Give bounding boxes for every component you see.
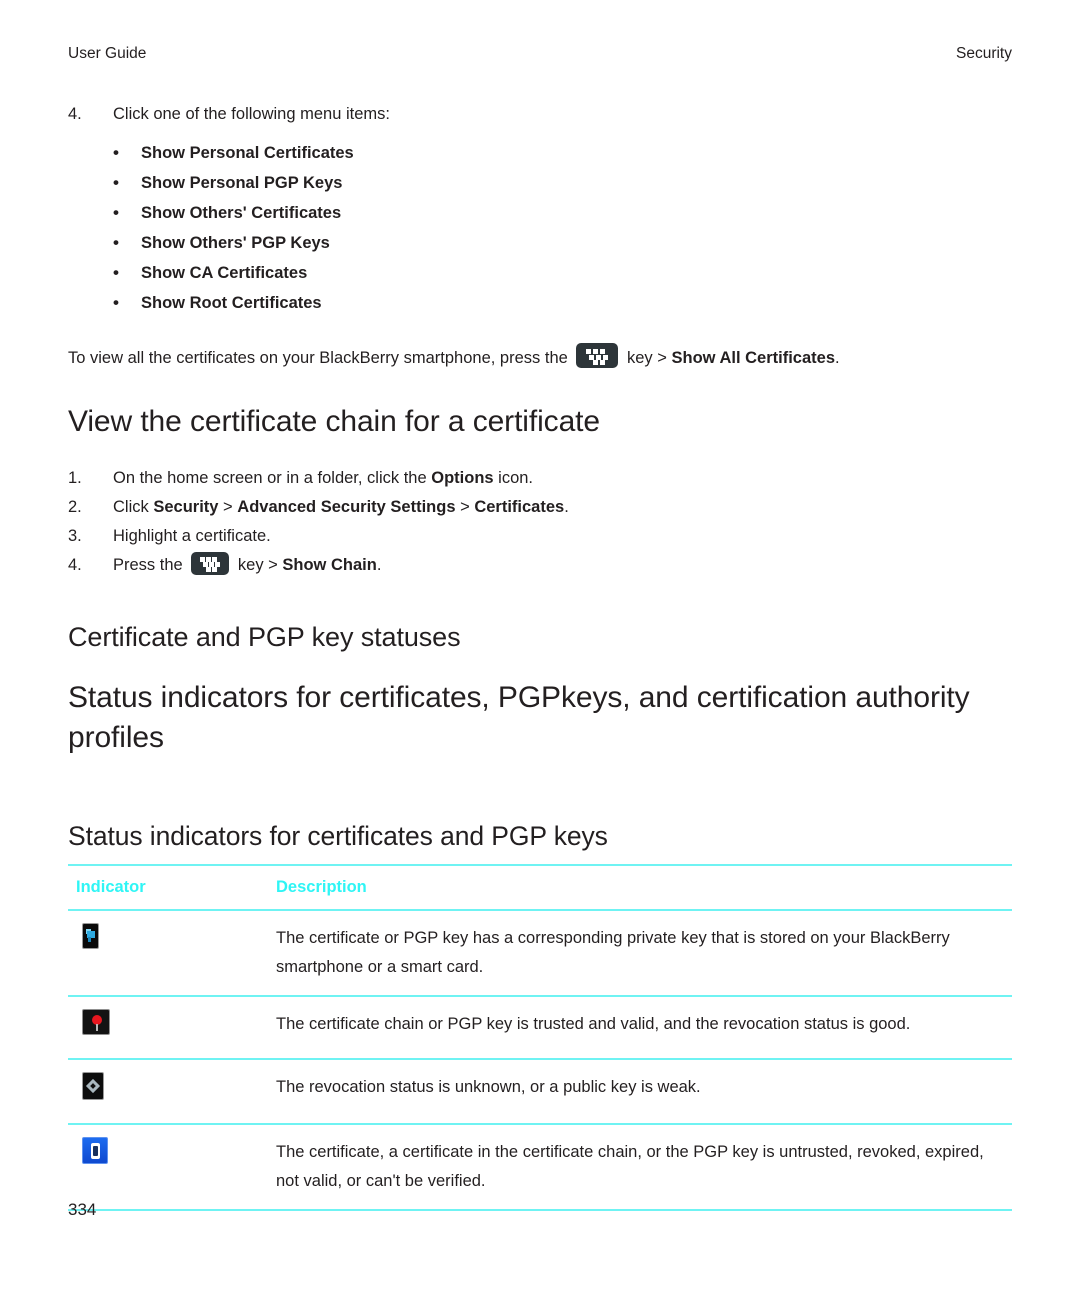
step-text-before: Press the [113,556,183,574]
step-number: 3. [68,527,82,545]
bullet-icon: • [113,143,119,162]
menu-item-label: Show Others' Certificates [141,204,342,222]
untrusted-revoked-indicator-icon [82,1137,108,1164]
description-cell: The revocation status is unknown, or a p… [268,1059,1012,1125]
description-cell: The certificate, a certificate in the ce… [268,1124,1012,1211]
menu-item-label: Show Root Certificates [141,294,322,312]
table-row: The certificate or PGP key has a corresp… [68,910,1012,997]
step-text: Click Security > Advanced Security Setti… [113,493,1012,522]
view-chain-steps: 1. On the home screen or in a folder, cl… [68,464,1012,580]
indicator-cell [68,996,268,1060]
bullet-icon: • [113,203,119,222]
step-number: 4. [68,105,82,123]
note-text-after-icon: key > [627,349,667,367]
page-title-view-chain: View the certificate chain for a certifi… [68,405,600,438]
step-bold-term-2: Advanced Security Settings [237,498,456,516]
step-text: Highlight a certificate. [113,527,271,545]
unknown-status-indicator-icon [82,1072,104,1100]
private-key-indicator-icon [82,923,99,949]
step-text-after-icon: key > [237,556,278,574]
step-bold-term-3: Certificates [474,498,565,516]
menu-item-label: Show Personal PGP Keys [141,174,343,192]
menu-item-label: Show Personal Certificates [141,144,354,162]
step-number: 2. [68,498,82,516]
bullet-icon: • [113,293,119,312]
section-subheading-status-indicators: Status indicators for certificates, PGPk… [68,681,970,754]
running-head-right: Security [956,45,1012,62]
note-period: . [835,349,840,367]
step-bold-term: Options [431,469,494,487]
step-number: 1. [68,469,82,487]
step-separator-2: > [455,498,475,516]
blackberry-menu-key-icon [191,552,230,575]
menu-item-label: Show Others' PGP Keys [141,234,330,252]
menu-items-list: • Show Personal Certificates • Show Pers… [68,138,1012,318]
step-bold-term: Show Chain [282,556,377,574]
table-row: The revocation status is unknown, or a p… [68,1059,1012,1125]
indicator-cell [68,1124,268,1211]
step-2: 2. Click Security > Advanced Security Se… [68,493,1012,522]
blackberry-menu-key-icon [576,343,619,368]
table-row: The certificate, a certificate in the ce… [68,1124,1012,1211]
running-head: User Guide Security [68,45,1012,67]
list-item: • Show Others' PGP Keys [113,228,1012,258]
menu-item-label: Show CA Certificates [141,264,308,282]
description-cell: The certificate or PGP key has a corresp… [268,910,1012,997]
description-cell: The certificate chain or PGP key is trus… [268,996,1012,1060]
bullet-icon: • [113,233,119,252]
step-text: Press the key > Show Chain. [113,551,1012,580]
step-text-after: icon. [493,469,534,487]
column-header-indicator: Indicator [68,864,268,911]
list-item: • Show CA Certificates [113,258,1012,288]
step-3: 3. Highlight a certificate. [68,522,1012,551]
table-row: The certificate chain or PGP key is trus… [68,996,1012,1060]
step-text-before: On the home screen or in a folder, click… [113,469,432,487]
list-item: • Show Others' Certificates [113,198,1012,228]
step-1: 1. On the home screen or in a folder, cl… [68,464,1012,493]
running-head-left: User Guide [68,45,147,62]
note-text-before-icon: To view all the certificates on your Bla… [68,349,568,367]
list-item: • Show Personal PGP Keys [113,168,1012,198]
page-number: 334 [68,1200,97,1219]
section-heading-statuses: Certificate and PGP key statuses [68,622,461,652]
step-period: . [376,556,382,574]
view-all-certificates-note: To view all the certificates on your Bla… [68,343,1012,373]
step-text: Click one of the following menu items: [113,105,390,123]
step-text: On the home screen or in a folder, click… [113,464,1012,493]
note-bold-command: Show All Certificates [671,349,836,367]
status-indicator-table: Indicator Description The certificate or… [68,864,1012,1211]
step-text-after: . [564,498,569,516]
step-bold-term-1: Security [153,498,219,516]
step-number: 4. [68,556,82,574]
step-4: 4. Press the key > Show Chain. [68,551,1012,580]
table-heading: Status indicators for certificates and P… [68,821,608,851]
document-page: User Guide Security 4. Click one of the … [0,0,1080,1296]
table-header-row: Indicator Description [68,864,1012,911]
column-header-description: Description [268,864,1012,911]
page-content: 4. Click one of the following menu items… [68,100,1012,1211]
bullet-icon: • [113,173,119,192]
list-item: • Show Root Certificates [113,288,1012,318]
step-text-before: Click [113,498,154,516]
indicator-cell [68,1059,268,1125]
list-item: • Show Personal Certificates [113,138,1012,168]
indicator-cell [68,910,268,997]
step-click-menu-items: 4. Click one of the following menu items… [68,100,1012,129]
trusted-valid-indicator-icon [82,1009,110,1035]
bullet-icon: • [113,263,119,282]
step-separator-1: > [218,498,238,516]
